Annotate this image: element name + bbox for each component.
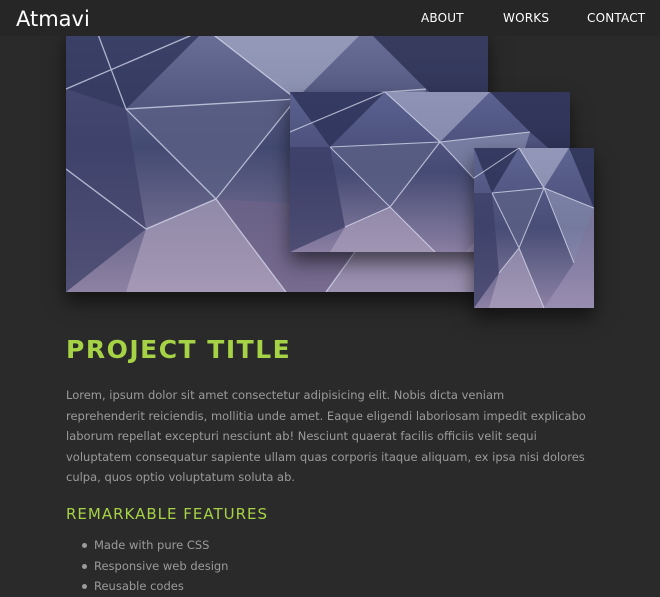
feature-item-pure-css: Made with pure CSS: [80, 535, 228, 556]
brand-logo[interactable]: Atmavi: [16, 6, 90, 32]
navbar: Atmavi ABOUT WORKS CONTACT: [0, 0, 660, 36]
nav-link-contact[interactable]: CONTACT: [587, 11, 645, 26]
nav-link-works[interactable]: WORKS: [503, 11, 549, 26]
features-list: Made with pure CSS Responsive web design…: [80, 535, 228, 597]
feature-item-responsive: Responsive web design: [80, 556, 228, 577]
project-description: Lorem, ipsum dolor sit amet consectetur …: [66, 388, 586, 485]
feature-item-reusable: Reusable codes: [80, 576, 228, 597]
project-title: PROJECT TITLE: [66, 335, 292, 364]
nav-link-about[interactable]: ABOUT: [421, 11, 464, 26]
features-heading: REMARKABLE FEATURES: [66, 505, 269, 523]
project-image-small: [474, 148, 594, 308]
